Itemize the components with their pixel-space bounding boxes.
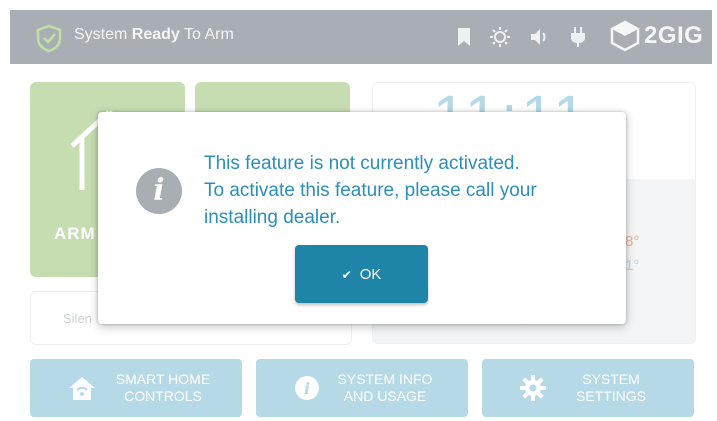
info-icon: i (136, 168, 182, 214)
feature-not-activated-dialog: i This feature is not currently activate… (98, 112, 626, 324)
checkmark-icon: ✔ (341, 267, 352, 282)
system-status-text: System Ready To Arm (74, 26, 234, 44)
volume-icon[interactable] (529, 27, 551, 47)
status-prefix: System (74, 26, 128, 43)
status-bold: Ready (131, 26, 180, 43)
dialog-message-line: To activate this feature, please call yo… (204, 180, 537, 201)
brand-cube-icon (610, 20, 640, 52)
status-suffix: To Arm (183, 26, 234, 43)
power-plug-icon (571, 27, 585, 47)
bookmark-icon[interactable] (457, 27, 471, 47)
brightness-icon[interactable] (489, 26, 511, 48)
shield-check-icon (36, 24, 62, 52)
dialog-message-line: This feature is not currently activated. (204, 153, 520, 174)
brand-logo: 2GIG (610, 20, 703, 52)
status-header: System Ready To Arm 2GIG (10, 10, 712, 64)
brand-name: 2GIG (644, 22, 704, 49)
dialog-message: This feature is not currently activated.… (204, 150, 614, 231)
ok-button[interactable]: ✔ OK (295, 245, 428, 303)
ok-label: OK (359, 265, 382, 283)
dialog-message-line: installing dealer. (204, 207, 341, 228)
